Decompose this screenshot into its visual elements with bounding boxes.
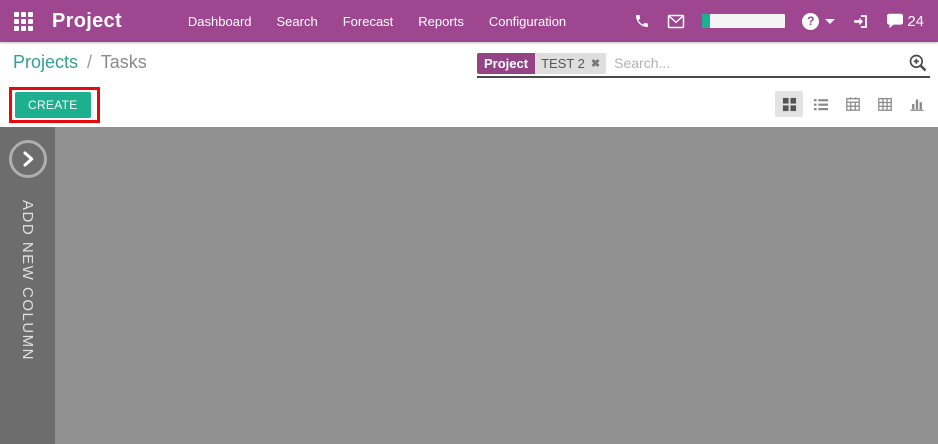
phone-icon[interactable]: [634, 13, 650, 29]
zoom-in-icon[interactable]: [908, 53, 928, 73]
graph-view-icon[interactable]: [903, 91, 931, 117]
control-panel: CREATE: [0, 85, 938, 127]
apps-grid-icon[interactable]: [14, 11, 33, 31]
caret-down-icon: [825, 18, 836, 24]
breadcrumb: Projects / Tasks: [13, 52, 147, 73]
menu-item-configuration[interactable]: Configuration: [487, 10, 568, 33]
app-window: Project Dashboard Search Forecast Report…: [0, 0, 938, 444]
add-new-column-label[interactable]: ADD NEW COLUMN: [19, 200, 36, 361]
top-navbar: Project Dashboard Search Forecast Report…: [0, 0, 938, 42]
menu-item-dashboard[interactable]: Dashboard: [186, 10, 254, 33]
list-view-icon[interactable]: [807, 91, 835, 117]
sign-in-icon[interactable]: [852, 13, 869, 30]
message-count-badge: 24: [907, 12, 924, 30]
breadcrumb-link-projects[interactable]: Projects: [13, 52, 78, 72]
facet-remove-icon[interactable]: ✖: [591, 57, 600, 70]
help-icon[interactable]: ?: [802, 12, 820, 30]
menu-item-reports[interactable]: Reports: [416, 10, 466, 33]
kanban-view-icon[interactable]: [775, 91, 803, 117]
pivot-view-icon[interactable]: [871, 91, 899, 117]
facet-value: TEST 2 ✖: [535, 52, 607, 74]
app-title: Project: [52, 9, 122, 32]
view-switcher: [775, 91, 931, 117]
kanban-background: ADD NEW COLUMN: [0, 127, 938, 444]
expand-arrow-icon[interactable]: [8, 140, 47, 178]
main-menu: Dashboard Search Forecast Reports Config…: [186, 10, 568, 33]
breadcrumb-current-tasks: Tasks: [100, 52, 147, 72]
systray: ? 24: [634, 12, 930, 30]
timer-progress-segment: [702, 14, 711, 28]
comment-icon: [886, 13, 904, 29]
search-bar: Project TEST 2 ✖: [477, 50, 930, 78]
add-new-column-rail[interactable]: ADD NEW COLUMN: [0, 127, 55, 444]
menu-item-search[interactable]: Search: [275, 10, 320, 33]
messages-menu[interactable]: 24: [886, 13, 924, 30]
help-menu[interactable]: ?: [802, 12, 836, 30]
timer-indicator[interactable]: [702, 14, 786, 28]
envelope-icon[interactable]: [667, 14, 685, 29]
menu-item-forecast[interactable]: Forecast: [341, 10, 396, 33]
calendar-view-icon[interactable]: [839, 91, 867, 117]
red-annotation-box: CREATE: [9, 87, 100, 123]
search-facet: Project TEST 2 ✖: [477, 52, 607, 74]
breadcrumb-separator: /: [87, 52, 93, 72]
search-input[interactable]: [614, 55, 908, 71]
breadcrumb-row: Projects / Tasks Project TEST 2 ✖: [0, 42, 938, 85]
create-button[interactable]: CREATE: [15, 92, 91, 118]
facet-label: Project: [477, 52, 536, 74]
facet-value-text: TEST 2: [541, 55, 585, 71]
